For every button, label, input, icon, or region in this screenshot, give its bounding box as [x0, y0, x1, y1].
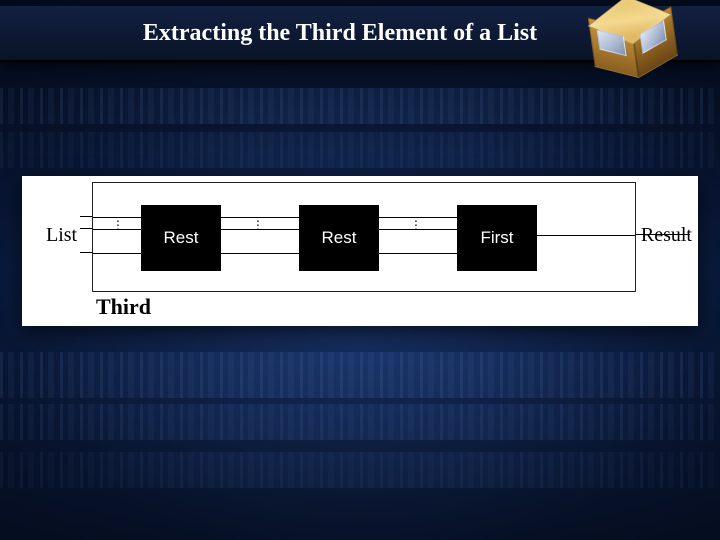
wire	[221, 217, 299, 218]
input-label: List	[46, 224, 77, 247]
bg-strip	[0, 404, 720, 440]
wire	[221, 253, 299, 254]
block-rest: Rest	[141, 205, 221, 271]
wire	[80, 216, 92, 217]
bg-strip	[0, 88, 720, 124]
wire	[93, 253, 141, 254]
block-label: First	[480, 228, 513, 248]
ellipsis-dots: ···	[411, 221, 421, 233]
diagram-frame: ··· Rest ··· Rest ··· First	[92, 182, 636, 292]
wire	[80, 228, 92, 229]
bg-strip	[0, 132, 720, 168]
diagram-caption: Third	[96, 294, 151, 320]
slide-title: Extracting the Third Element of a List	[143, 20, 537, 47]
ellipsis-dots: ···	[253, 221, 263, 233]
block-label: Rest	[322, 228, 357, 248]
wire	[80, 252, 92, 253]
block-first: First	[457, 205, 537, 271]
block-label: Rest	[164, 228, 199, 248]
diagram-flow: ··· Rest ··· Rest ··· First	[93, 183, 635, 291]
diagram-panel: List ··· Rest ··· Rest ···	[22, 176, 698, 326]
wire	[379, 253, 457, 254]
block-rest: Rest	[299, 205, 379, 271]
bg-strip	[0, 452, 720, 488]
bg-strip	[0, 352, 720, 398]
wire	[537, 235, 635, 236]
ellipsis-dots: ···	[113, 221, 123, 233]
wire	[379, 217, 457, 218]
output-label: Result	[641, 224, 692, 247]
package-cube-icon	[585, 0, 680, 83]
